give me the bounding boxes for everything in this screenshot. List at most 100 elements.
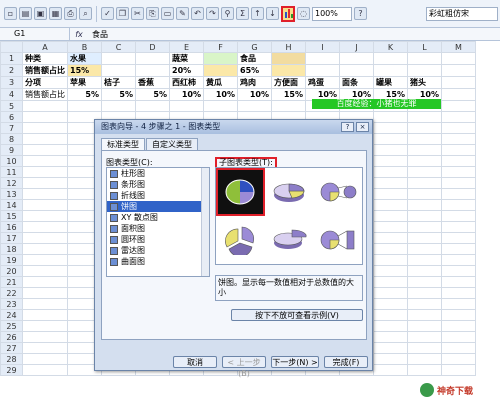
cell[interactable] (373, 122, 408, 134)
cell[interactable]: 方便面 (271, 76, 306, 89)
cell[interactable] (407, 133, 442, 145)
cell[interactable]: 种类 (22, 52, 68, 65)
column-header[interactable]: C (101, 41, 136, 53)
cancel-button[interactable]: 取消 (173, 356, 217, 368)
cell[interactable]: 销售额占比 (22, 64, 68, 77)
close-icon[interactable]: × (356, 122, 369, 132)
row-header[interactable]: 18 (0, 243, 23, 255)
column-header[interactable]: I (305, 41, 340, 53)
column-header[interactable]: L (407, 41, 442, 53)
row-header[interactable]: 11 (0, 166, 23, 178)
tab-standard[interactable]: 标准类型 (101, 138, 145, 150)
cell[interactable]: 蔬菜 (169, 52, 204, 65)
cell[interactable] (407, 188, 442, 200)
cell[interactable] (407, 155, 442, 167)
cell[interactable] (373, 243, 408, 255)
cell[interactable] (441, 254, 476, 266)
back-button[interactable]: < 上一步(B) (222, 356, 266, 378)
cell[interactable] (441, 155, 476, 167)
cell[interactable] (441, 144, 476, 156)
cell[interactable]: 15% (271, 88, 306, 101)
row-header[interactable]: 8 (0, 133, 23, 145)
chart-type-scrollbar[interactable] (201, 168, 209, 276)
row-header[interactable]: 7 (0, 122, 23, 134)
cell[interactable] (441, 210, 476, 222)
cell[interactable] (441, 265, 476, 277)
cell[interactable] (441, 100, 476, 112)
row-header[interactable]: 3 (0, 76, 23, 89)
cell[interactable] (407, 52, 442, 65)
copy-icon[interactable]: ⎘ (146, 7, 159, 20)
cell[interactable] (22, 221, 68, 233)
cell[interactable]: 10% (169, 88, 204, 101)
cell[interactable] (373, 276, 408, 288)
cell[interactable] (373, 144, 408, 156)
cell[interactable] (407, 298, 442, 310)
cell[interactable] (169, 100, 204, 112)
cell[interactable] (407, 320, 442, 332)
cell[interactable] (373, 331, 408, 343)
cell[interactable]: 20% (169, 64, 204, 77)
cell[interactable] (22, 243, 68, 255)
cell[interactable] (373, 287, 408, 299)
cell[interactable] (441, 276, 476, 288)
spelling-icon[interactable]: ✓ (101, 7, 114, 20)
cell[interactable] (22, 276, 68, 288)
cell[interactable] (441, 111, 476, 123)
cell[interactable] (441, 309, 476, 321)
row-header[interactable]: 23 (0, 298, 23, 310)
cell[interactable] (441, 188, 476, 200)
cell[interactable] (22, 133, 68, 145)
cell[interactable] (407, 122, 442, 134)
cell[interactable] (441, 122, 476, 134)
column-header[interactable]: E (169, 41, 204, 53)
cell[interactable] (22, 309, 68, 321)
column-header[interactable]: A (22, 41, 68, 53)
help-icon[interactable]: ? (341, 122, 354, 132)
cell[interactable]: 5% (67, 88, 102, 101)
chart-wizard-icon[interactable] (281, 5, 295, 22)
subtype-pie-of-pie[interactable] (313, 168, 362, 216)
cell[interactable] (407, 177, 442, 189)
cell[interactable] (441, 287, 476, 299)
cell[interactable] (441, 364, 476, 376)
cell[interactable] (305, 52, 340, 65)
cell[interactable] (373, 320, 408, 332)
row-header[interactable]: 1 (0, 52, 23, 65)
subtype-pie[interactable] (216, 168, 265, 216)
row-header[interactable]: 10 (0, 155, 23, 167)
cell[interactable] (373, 364, 408, 376)
cut-icon[interactable]: ✂ (131, 7, 144, 20)
cell[interactable] (441, 353, 476, 365)
column-header[interactable]: M (441, 41, 476, 53)
row-header[interactable]: 15 (0, 210, 23, 222)
cell[interactable] (441, 243, 476, 255)
cell[interactable] (305, 64, 340, 77)
row-header[interactable]: 14 (0, 199, 23, 211)
cell[interactable] (22, 320, 68, 332)
cell[interactable] (22, 331, 68, 343)
row-header[interactable]: 29 (0, 364, 23, 376)
column-header[interactable]: H (271, 41, 306, 53)
row-header[interactable]: 17 (0, 232, 23, 244)
cell[interactable] (441, 298, 476, 310)
cell[interactable] (373, 254, 408, 266)
tab-custom[interactable]: 自定义类型 (146, 138, 198, 150)
cell[interactable] (271, 52, 306, 65)
drawing-icon[interactable]: ◌ (297, 7, 310, 20)
cell[interactable] (373, 232, 408, 244)
cell[interactable] (373, 309, 408, 321)
cell[interactable]: 鸡蛋 (305, 76, 340, 89)
cell[interactable] (22, 144, 68, 156)
formula-value[interactable]: 食品 (88, 29, 108, 40)
cell[interactable] (407, 210, 442, 222)
cell[interactable]: 15% (67, 64, 102, 77)
font-select[interactable]: 彩虹粗仿宋 (426, 7, 498, 21)
cell[interactable] (22, 199, 68, 211)
cell[interactable]: 分项 (22, 76, 68, 89)
chart-type-item[interactable]: 圆环图 (107, 234, 209, 245)
cell[interactable] (407, 199, 442, 211)
cell[interactable] (373, 155, 408, 167)
print-icon[interactable]: ⎙ (64, 7, 77, 20)
row-header[interactable]: 25 (0, 320, 23, 332)
